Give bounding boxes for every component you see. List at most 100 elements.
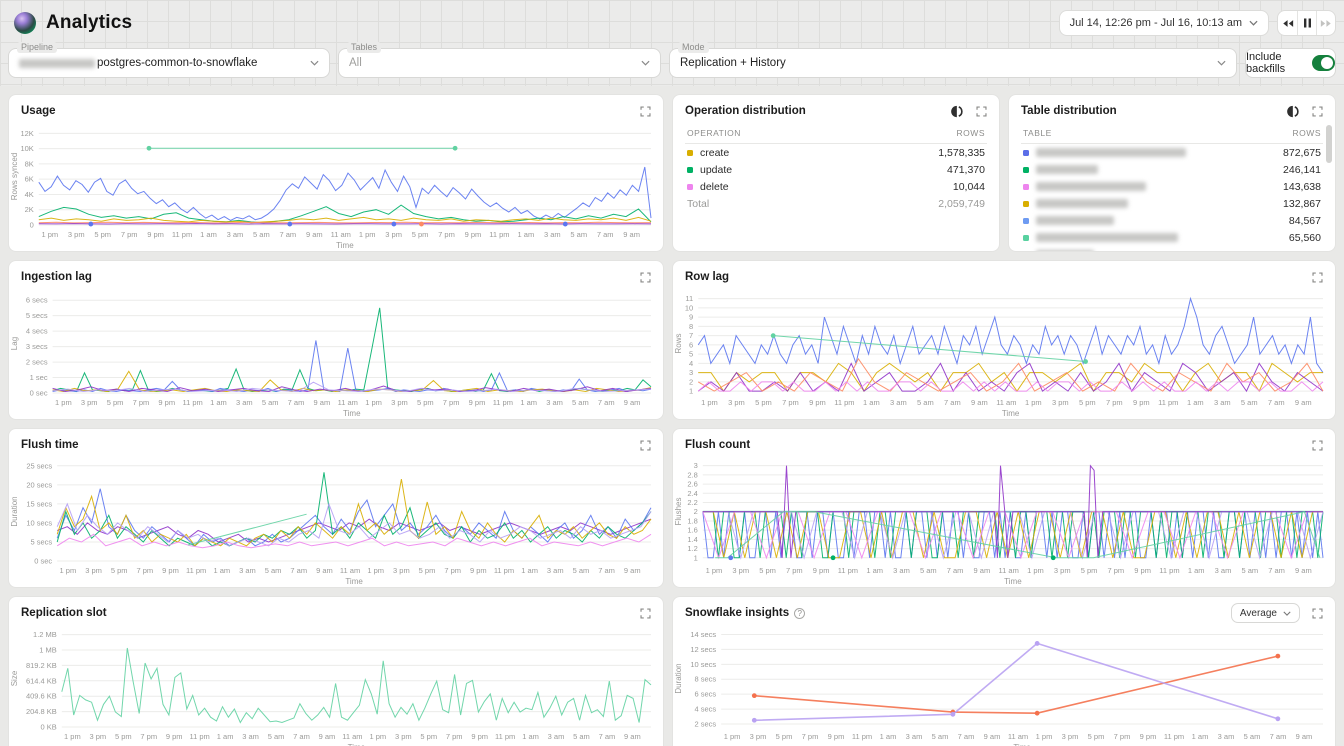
table-row[interactable]: 246,141	[1021, 161, 1323, 178]
table-total-row: Total2,059,749	[685, 195, 987, 212]
rewind-button[interactable]	[1278, 11, 1297, 35]
fast-forward-button[interactable]	[1316, 11, 1335, 35]
expand-icon[interactable]	[1312, 106, 1323, 117]
svg-text:9 am: 9 am	[971, 398, 988, 407]
pipeline-select[interactable]: Pipeline postgres-common-to-snowflake	[8, 48, 330, 78]
svg-text:5 am: 5 am	[917, 398, 934, 407]
svg-text:3 am: 3 am	[236, 398, 253, 407]
dashboard-grid: Usage 02K4K6K8K10K12K1 pm3 pm5 pm7 pm9 p…	[0, 86, 1344, 746]
svg-text:5 pm: 5 pm	[1079, 398, 1096, 407]
svg-text:11 pm: 11 pm	[182, 398, 202, 407]
svg-text:5 am: 5 am	[265, 566, 282, 575]
expand-icon[interactable]	[640, 272, 651, 283]
mode-select[interactable]: Mode Replication + History	[669, 48, 1237, 78]
help-icon[interactable]: ?	[794, 608, 805, 619]
svg-text:9 pm: 9 pm	[1134, 566, 1151, 575]
svg-text:1.2 MB: 1.2 MB	[33, 630, 57, 639]
chevron-down-icon	[641, 60, 650, 66]
svg-text:14 secs: 14 secs	[690, 630, 716, 639]
pie-chart-icon[interactable]	[951, 105, 964, 118]
svg-text:3 am: 3 am	[546, 398, 563, 407]
svg-text:1 pm: 1 pm	[60, 566, 77, 575]
svg-text:2.2: 2.2	[687, 498, 697, 507]
usage-chart[interactable]: 02K4K6K8K10K12K1 pm3 pm5 pm7 pm9 pm11 pm…	[9, 121, 663, 251]
tables-value: All	[349, 57, 362, 69]
svg-text:7 pm: 7 pm	[438, 230, 455, 239]
pause-button[interactable]	[1297, 11, 1316, 35]
svg-text:1.4: 1.4	[687, 535, 697, 544]
svg-text:5 pm: 5 pm	[1088, 732, 1105, 741]
svg-text:1 pm: 1 pm	[1025, 398, 1042, 407]
table-row[interactable]: 132,867	[1021, 195, 1323, 212]
include-backfills-toggle[interactable]	[1312, 55, 1335, 71]
tables-select[interactable]: Tables All	[338, 48, 661, 78]
expand-icon[interactable]	[1312, 440, 1323, 451]
table-row[interactable]: 872,675	[1021, 144, 1323, 161]
svg-text:3 am: 3 am	[548, 732, 565, 741]
expand-icon[interactable]	[1312, 272, 1323, 283]
flush-time-chart[interactable]: 0 sec5 secs10 secs15 secs20 secs25 secs1…	[9, 455, 663, 587]
series-color-swatch	[1023, 184, 1029, 190]
svg-text:9 pm: 9 pm	[1133, 398, 1150, 407]
svg-text:0: 0	[30, 221, 34, 230]
svg-text:4 secs: 4 secs	[26, 327, 48, 336]
aggregate-select[interactable]: Average	[1231, 603, 1300, 623]
snowflake-insights-chart[interactable]: 2 secs4 secs6 secs8 secs10 secs12 secs14…	[673, 623, 1335, 746]
redacted-table-name	[1036, 148, 1186, 157]
expand-icon[interactable]	[976, 106, 987, 117]
svg-text:1 am: 1 am	[1192, 732, 1209, 741]
svg-text:9 pm: 9 pm	[166, 732, 183, 741]
svg-text:9 am: 9 am	[1295, 398, 1312, 407]
table-row[interactable]: 143,638	[1021, 178, 1323, 195]
svg-text:2K: 2K	[25, 205, 34, 214]
svg-text:5 pm: 5 pm	[111, 566, 128, 575]
expand-icon[interactable]	[640, 106, 651, 117]
svg-text:9 pm: 9 pm	[1140, 732, 1157, 741]
svg-text:11 am: 11 am	[999, 566, 1019, 575]
scrollbar-thumb[interactable]	[1326, 125, 1332, 163]
svg-text:11 pm: 11 pm	[172, 230, 192, 239]
table-row[interactable]: create 1,578,335	[685, 144, 987, 161]
series-color-swatch	[687, 167, 693, 173]
svg-text:5 pm: 5 pm	[417, 398, 434, 407]
svg-text:Time: Time	[1004, 577, 1022, 586]
svg-text:1 am: 1 am	[521, 566, 538, 575]
svg-text:11 pm: 11 pm	[838, 566, 858, 575]
svg-text:20 secs: 20 secs	[26, 480, 52, 489]
panel-usage: Usage 02K4K6K8K10K12K1 pm3 pm5 pm7 pm9 p…	[8, 94, 664, 252]
svg-text:5 pm: 5 pm	[115, 732, 132, 741]
date-range-picker[interactable]: Jul 14, 12:26 pm - Jul 16, 10:13 am	[1059, 10, 1269, 36]
svg-text:3 pm: 3 pm	[385, 230, 402, 239]
panel-title: Flush count	[685, 439, 750, 451]
svg-text:Duration: Duration	[674, 663, 683, 693]
row-lag-chart[interactable]: 12345678910111 pm3 pm5 pm7 pm9 pm11 pm1 …	[673, 287, 1335, 419]
expand-icon[interactable]	[640, 440, 651, 451]
table-row[interactable]: 84,567	[1021, 212, 1323, 229]
svg-text:9 am: 9 am	[306, 230, 323, 239]
table-row[interactable]: 65,560	[1021, 229, 1323, 246]
table-row[interactable]: update 471,370	[685, 161, 987, 178]
table-row[interactable]: 65,073	[1021, 246, 1323, 251]
svg-text:9 pm: 9 pm	[469, 398, 486, 407]
ingestion-lag-chart[interactable]: 0 sec1 sec2 secs3 secs4 secs5 secs6 secs…	[9, 287, 663, 419]
expand-icon[interactable]	[640, 608, 651, 619]
expand-icon[interactable]	[1312, 608, 1323, 619]
svg-text:3 am: 3 am	[242, 732, 259, 741]
svg-text:0 KB: 0 KB	[41, 723, 57, 732]
svg-text:9 pm: 9 pm	[158, 398, 175, 407]
svg-text:11 pm: 11 pm	[852, 732, 872, 741]
panel-flush-count: Flush count 11.21.41.61.822.22.42.62.831…	[672, 428, 1336, 588]
svg-text:4: 4	[689, 359, 693, 368]
svg-text:11 am: 11 am	[342, 732, 362, 741]
panel-ingestion-lag: Ingestion lag 0 sec1 sec2 secs3 secs4 se…	[8, 260, 664, 420]
svg-text:3 am: 3 am	[239, 566, 256, 575]
svg-text:Rows: Rows	[674, 333, 683, 353]
replication-slot-chart[interactable]: 0 KB204.8 KB409.6 KB614.4 KB819.2 KB1 MB…	[9, 623, 663, 746]
pie-chart-icon[interactable]	[1287, 105, 1300, 118]
flush-count-chart[interactable]: 11.21.41.61.822.22.42.62.831 pm3 pm5 pm7…	[673, 455, 1335, 587]
svg-text:3 pm: 3 pm	[85, 566, 102, 575]
svg-text:Rows synced: Rows synced	[10, 153, 19, 201]
table-row[interactable]: delete 10,044	[685, 178, 987, 195]
panel-title: Flush time	[21, 439, 79, 451]
svg-text:1 pm: 1 pm	[41, 230, 58, 239]
